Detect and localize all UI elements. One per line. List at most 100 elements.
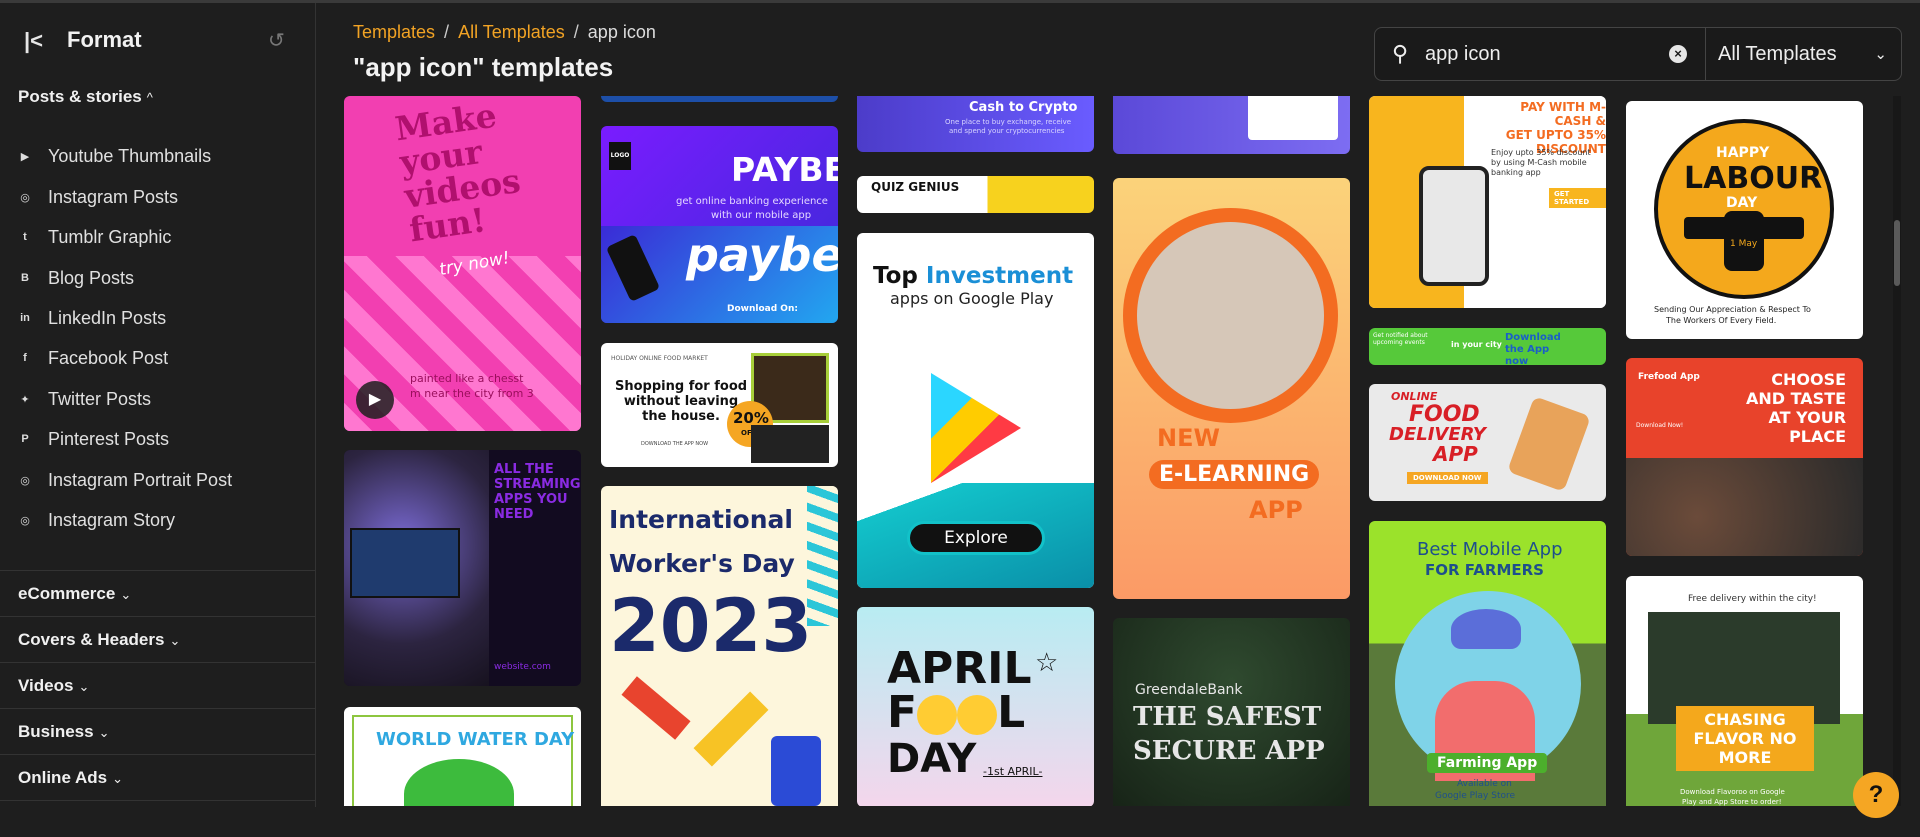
card-url: website.com	[494, 662, 551, 672]
template-card[interactable]: GreendaleBank THE SAFEST SECURE APP	[1113, 618, 1350, 806]
template-card[interactable]: International Worker's Day 2023	[601, 486, 838, 806]
sidebar-item-linkedin-posts[interactable]: in LinkedIn Posts	[18, 306, 166, 330]
sidebar-item-youtube-thumbnails[interactable]: ▶ Youtube Thumbnails	[18, 144, 211, 168]
sidebar-item-twitter-posts[interactable]: ✦ Twitter Posts	[18, 387, 151, 411]
explore-button[interactable]: Explore	[907, 521, 1045, 555]
sidebar-item-instagram-story[interactable]: ◎ Instagram Story	[18, 508, 175, 532]
pinterest-icon: P	[21, 433, 29, 445]
sidebar-item-label: Youtube Thumbnails	[48, 145, 212, 166]
facebook-icon: f	[23, 352, 27, 364]
card-text: Google Play Store	[1435, 791, 1516, 801]
card-text: Play and App Store to order!	[1682, 798, 1782, 806]
card-text: One place to buy exchange, receive	[945, 118, 1072, 126]
divider	[0, 754, 316, 755]
card-text: with our mobile app	[711, 210, 812, 221]
help-button[interactable]: ?	[1853, 772, 1899, 818]
template-card[interactable]: Get notified about upcoming events in yo…	[1369, 328, 1606, 365]
headline-line: AND TASTE	[1746, 389, 1847, 408]
template-card[interactable]: Frefood App Download Now! CHOOSE AND TAS…	[1626, 358, 1863, 556]
template-card[interactable]	[1113, 96, 1350, 154]
card-headline-accent: Investment	[925, 263, 1074, 289]
template-card[interactable]: HAPPY LABOUR DAY 1 May Sending Our Appre…	[1626, 101, 1863, 339]
sidebar-item-blog-posts[interactable]: B Blog Posts	[18, 266, 134, 290]
card-brand: GreendaleBank	[1135, 682, 1243, 698]
headline-line: PAY WITH M-CASH &	[1520, 100, 1606, 128]
template-card[interactable]: Best Mobile App FOR FARMERS Farming App …	[1369, 521, 1606, 806]
template-card[interactable]: APRIL F L DAY -1st APRIL- ☆	[857, 607, 1094, 806]
template-filter-select[interactable]: All Templates ⌄	[1706, 43, 1901, 66]
category-business[interactable]: Business ⌄	[18, 722, 110, 742]
scrollbar-track[interactable]	[1893, 96, 1901, 806]
headline-line: AT YOUR	[1768, 408, 1847, 427]
template-filter-value: All Templates	[1718, 42, 1837, 65]
play-icon[interactable]: ▶	[356, 381, 394, 419]
card-headline: DAY	[887, 736, 977, 782]
card-headline: FOR FARMERS	[1425, 561, 1544, 579]
headline-line: NEED	[494, 507, 534, 522]
laughing-emoji-icon	[917, 695, 958, 735]
headline-line: CHASING	[1704, 710, 1786, 729]
section-posts-stories[interactable]: Posts & stories ^	[18, 87, 153, 107]
clear-search-icon[interactable]: ×	[1669, 45, 1687, 63]
star-icon: ☆	[1035, 647, 1059, 677]
card-headline: Best Mobile App	[1417, 539, 1563, 560]
headline-line: GET UPTO 35%	[1505, 128, 1606, 142]
breadcrumb-current: app icon	[587, 22, 656, 42]
undo-icon[interactable]: ↺	[268, 28, 290, 52]
page-title: "app icon" templates	[353, 52, 614, 82]
template-card[interactable]: WORLD WATER DAY	[344, 707, 581, 806]
sidebar-item-instagram-posts[interactable]: ◎ Instagram Posts	[18, 185, 178, 209]
template-card[interactable]: Cash to Crypto One place to buy exchange…	[857, 96, 1094, 152]
category-videos[interactable]: Videos ⌄	[18, 676, 89, 696]
category-ecommerce[interactable]: eCommerce ⌄	[18, 584, 131, 604]
template-card[interactable]	[601, 96, 838, 102]
card-subtext: apps on Google Play	[890, 289, 1054, 308]
card-text: Download Flavoroo on Google	[1680, 788, 1785, 796]
card-text: Download Now!	[1636, 422, 1684, 429]
card-headline: L	[997, 687, 1026, 738]
download-button: DOWNLOAD NOW	[1407, 472, 1488, 484]
category-covers-headers[interactable]: Covers & Headers ⌄	[18, 630, 180, 650]
sidebar-item-pinterest-posts[interactable]: P Pinterest Posts	[18, 427, 169, 451]
scrollbar-thumb[interactable]	[1894, 220, 1900, 286]
card-brand: Frefood App	[1638, 372, 1700, 382]
template-card[interactable]: QUIZ GENIUS	[857, 176, 1094, 213]
search-input[interactable]: app icon	[1425, 43, 1661, 66]
card-text: Available on	[1457, 779, 1512, 789]
card-date: 1 May	[1730, 239, 1758, 249]
template-card[interactable]: LOGO PAYBE get online banking experience…	[601, 126, 838, 323]
category-online-ads[interactable]: Online Ads ⌄	[18, 768, 123, 788]
divider	[0, 708, 316, 709]
breadcrumb-all-templates[interactable]: All Templates	[458, 22, 565, 42]
phone-shape	[1419, 166, 1489, 286]
template-card[interactable]: Top Investment apps on Google Play Explo…	[857, 233, 1094, 588]
collapse-sidebar-icon[interactable]: |<	[24, 29, 48, 53]
card-year: 2023	[609, 584, 813, 669]
card-text: The Workers Of Every Field.	[1666, 316, 1777, 325]
card-headline: PAYBE	[731, 150, 838, 189]
sidebar-item-tumblr-graphic[interactable]: t Tumblr Graphic	[18, 225, 171, 249]
chevron-down-icon: ⌄	[1874, 46, 1887, 63]
template-card[interactable]: ONLINE FOOD DELIVERY APP DOWNLOAD NOW	[1369, 384, 1606, 501]
template-card[interactable]: Free delivery within the city! CHASING F…	[1626, 576, 1863, 806]
chevron-down-icon: ⌄	[120, 587, 132, 602]
template-card[interactable]: ALL THE STREAMING APPS YOU NEED website.…	[344, 450, 581, 686]
template-card[interactable]: HOLIDAY ONLINE FOOD MARKET Shopping for …	[601, 343, 838, 467]
linkedin-icon: in	[20, 312, 30, 324]
template-card[interactable]: NEW E-LEARNING APP	[1113, 178, 1350, 599]
template-card[interactable]: Make your videos fun! try now! painted l…	[344, 96, 581, 431]
headline-line: CHOOSE	[1771, 370, 1847, 389]
divider	[0, 662, 316, 663]
chevron-down-icon: ⌄	[78, 679, 90, 694]
wrench-shape	[621, 676, 691, 740]
card-headline: CHASING FLAVOR NO MORE	[1676, 706, 1814, 771]
card-headline: LABOUR	[1684, 161, 1823, 196]
card-headline: APRIL	[887, 643, 1032, 694]
category-label: Videos	[18, 676, 74, 695]
section-label: Posts & stories	[18, 87, 142, 106]
template-card[interactable]: PAY WITH M-CASH & GET UPTO 35% DISCOUNT …	[1369, 96, 1606, 308]
sidebar-item-facebook-post[interactable]: f Facebook Post	[18, 346, 168, 370]
sidebar-item-instagram-portrait-post[interactable]: ◎ Instagram Portrait Post	[18, 468, 232, 492]
breadcrumb-templates[interactable]: Templates	[353, 22, 435, 42]
card-date: -1st APRIL-	[983, 765, 1043, 778]
